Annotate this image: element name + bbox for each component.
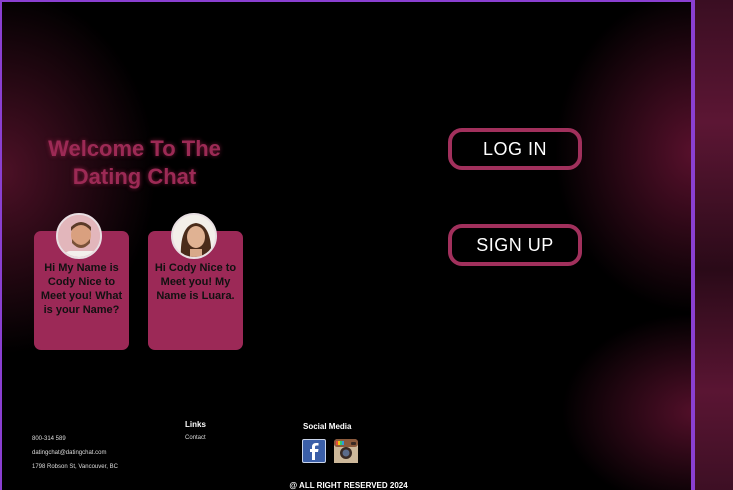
contact-link[interactable]: Contact [185, 435, 206, 441]
footer-address: 1798 Robson St, Vancouver, BC [32, 464, 118, 470]
facebook-icon[interactable] [302, 439, 326, 463]
login-button[interactable]: LOG IN [448, 128, 582, 170]
welcome-line-1: Welcome To The [48, 136, 221, 161]
side-panel [693, 0, 733, 490]
instagram-icon[interactable] [334, 439, 358, 463]
footer-social-heading: Social Media [303, 422, 352, 431]
footer-links-heading: Links [185, 420, 206, 429]
welcome-line-2: Dating Chat [72, 164, 197, 189]
chat-message: Hi My Name is Cody Nice to Meet you! Wha… [40, 262, 123, 316]
chat-message: Hi Cody Nice to Meet you! My Name is Lua… [154, 262, 237, 302]
page-frame: Welcome To The Dating Chat Hi My Name is… [0, 0, 693, 490]
footer-phone: 800-314 589 [32, 436, 66, 442]
signup-button[interactable]: SIGN UP [448, 224, 582, 266]
welcome-heading: Welcome To The Dating Chat [32, 135, 237, 191]
avatar-luara [171, 213, 217, 259]
footer-email[interactable]: datingchat@datingchat.com [32, 450, 106, 456]
copyright-text: @ ALL RIGHT RESERVED 2024 [289, 481, 408, 490]
avatar-cody [56, 213, 102, 259]
